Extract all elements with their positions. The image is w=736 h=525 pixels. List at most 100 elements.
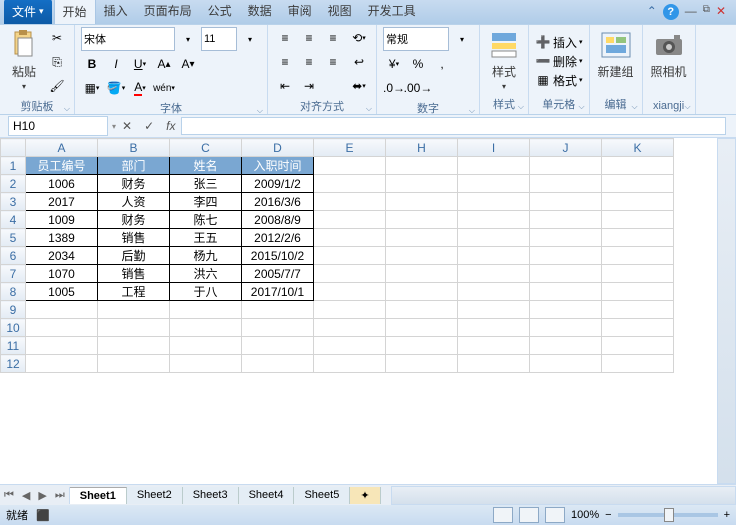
cell[interactable] xyxy=(386,193,458,211)
row-header[interactable]: 10 xyxy=(1,319,26,337)
cell[interactable] xyxy=(602,229,674,247)
ribbon-tab[interactable]: 数据 xyxy=(240,0,280,24)
row-header[interactable]: 8 xyxy=(1,283,26,301)
row-header[interactable]: 3 xyxy=(1,193,26,211)
cell[interactable] xyxy=(602,301,674,319)
cell[interactable] xyxy=(314,283,386,301)
cell[interactable] xyxy=(98,301,170,319)
cell[interactable] xyxy=(602,319,674,337)
cell[interactable] xyxy=(530,355,602,373)
sheet-tab[interactable]: Sheet3 xyxy=(183,487,239,504)
inc-decimal-icon[interactable]: .0→ xyxy=(383,77,405,99)
cell[interactable] xyxy=(458,283,530,301)
column-header[interactable]: J xyxy=(530,139,602,157)
newgroup-button[interactable]: 新建组 xyxy=(596,27,636,82)
cell[interactable] xyxy=(386,247,458,265)
sheet-tab[interactable]: Sheet2 xyxy=(127,487,183,504)
column-header[interactable]: C xyxy=(170,139,242,157)
cell[interactable] xyxy=(314,193,386,211)
dec-decimal-icon[interactable]: .00→ xyxy=(407,77,429,99)
align-bottom-icon[interactable]: ≡ xyxy=(322,27,344,49)
cell[interactable] xyxy=(458,247,530,265)
italic-button[interactable]: I xyxy=(105,53,127,75)
cell[interactable]: 2017/10/1 xyxy=(242,283,314,301)
nav-first[interactable]: ⏮◀▶⏭ xyxy=(0,487,70,504)
cell[interactable]: 陈七 xyxy=(170,211,242,229)
cell[interactable] xyxy=(602,175,674,193)
cell[interactable]: 部门 xyxy=(98,157,170,175)
formula-input[interactable] xyxy=(181,117,726,135)
column-header[interactable]: B xyxy=(98,139,170,157)
cell[interactable] xyxy=(242,301,314,319)
sheet-tab[interactable]: Sheet1 xyxy=(70,487,127,504)
column-header[interactable]: K xyxy=(602,139,674,157)
cell[interactable]: 2034 xyxy=(26,247,98,265)
normal-view-button[interactable] xyxy=(493,507,513,523)
cell[interactable] xyxy=(530,157,602,175)
ribbon-tab[interactable]: 开发工具 xyxy=(360,0,424,24)
row-header[interactable]: 9 xyxy=(1,301,26,319)
pagebreak-view-button[interactable] xyxy=(545,507,565,523)
cell[interactable]: 人资 xyxy=(98,193,170,211)
cell[interactable]: 李四 xyxy=(170,193,242,211)
row-header[interactable]: 6 xyxy=(1,247,26,265)
cell[interactable] xyxy=(458,211,530,229)
cell[interactable] xyxy=(530,337,602,355)
cell[interactable] xyxy=(314,229,386,247)
cell[interactable] xyxy=(602,157,674,175)
align-middle-icon[interactable]: ≡ xyxy=(298,27,320,49)
cell[interactable] xyxy=(602,283,674,301)
border-icon[interactable]: ▦▾ xyxy=(81,77,103,99)
column-header[interactable]: I xyxy=(458,139,530,157)
row-header[interactable]: 7 xyxy=(1,265,26,283)
cell[interactable]: 2005/7/7 xyxy=(242,265,314,283)
cell[interactable] xyxy=(602,193,674,211)
cell[interactable] xyxy=(458,337,530,355)
cell[interactable] xyxy=(458,193,530,211)
close-window-icon[interactable]: ✕ xyxy=(716,4,726,20)
cell[interactable] xyxy=(386,319,458,337)
row-header[interactable]: 12 xyxy=(1,355,26,373)
cell[interactable] xyxy=(458,265,530,283)
cell[interactable] xyxy=(314,301,386,319)
cell[interactable]: 入职时间 xyxy=(242,157,314,175)
cell[interactable]: 于八 xyxy=(170,283,242,301)
cell[interactable] xyxy=(314,337,386,355)
cell[interactable]: 销售 xyxy=(98,265,170,283)
cell[interactable]: 姓名 xyxy=(170,157,242,175)
column-header[interactable]: A xyxy=(26,139,98,157)
cell[interactable] xyxy=(458,301,530,319)
font-color-icon[interactable]: A▾ xyxy=(129,77,151,99)
cell[interactable] xyxy=(98,319,170,337)
row-header[interactable]: 2 xyxy=(1,175,26,193)
cell[interactable] xyxy=(530,193,602,211)
cell[interactable] xyxy=(170,301,242,319)
cell[interactable] xyxy=(530,283,602,301)
column-header[interactable]: E xyxy=(314,139,386,157)
bold-button[interactable]: B xyxy=(81,53,103,75)
styles-button[interactable]: 样式▾ xyxy=(486,27,522,93)
cell[interactable]: 洪六 xyxy=(170,265,242,283)
fill-color-icon[interactable]: 🪣▾ xyxy=(105,77,127,99)
cell[interactable] xyxy=(530,301,602,319)
insert-cells-button[interactable]: ➕插入▾ xyxy=(535,34,583,51)
cell[interactable]: 1006 xyxy=(26,175,98,193)
cell[interactable] xyxy=(530,175,602,193)
font-size[interactable] xyxy=(201,27,237,51)
cell[interactable]: 财务 xyxy=(98,175,170,193)
row-header[interactable]: 4 xyxy=(1,211,26,229)
cell[interactable] xyxy=(386,355,458,373)
column-header[interactable]: H xyxy=(386,139,458,157)
indent-inc-icon[interactable]: ⇥ xyxy=(298,75,320,97)
currency-icon[interactable]: ¥▾ xyxy=(383,53,405,75)
camera-button[interactable]: 照相机 xyxy=(649,27,689,82)
cell[interactable] xyxy=(314,211,386,229)
cell[interactable] xyxy=(602,247,674,265)
help-icon[interactable]: ? xyxy=(663,4,679,20)
cell[interactable] xyxy=(242,319,314,337)
cell[interactable]: 2017 xyxy=(26,193,98,211)
align-right-icon[interactable]: ≡ xyxy=(322,51,344,73)
file-tab[interactable]: 文件▾ xyxy=(4,0,52,24)
ribbon-tab[interactable]: 审阅 xyxy=(280,0,320,24)
cell[interactable]: 2016/3/6 xyxy=(242,193,314,211)
